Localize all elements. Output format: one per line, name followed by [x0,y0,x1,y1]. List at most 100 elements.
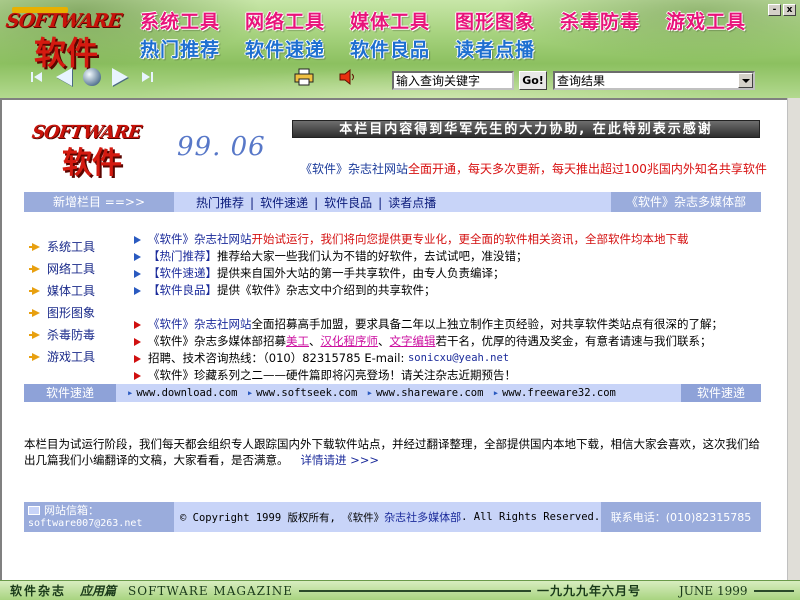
divider [753,589,794,592]
magazine-title: 软件杂志 [10,584,67,598]
url-list: ▸ www.download.com ▸ www.softseek.com ▸ www… [127,387,616,399]
arrow-icon [134,371,141,380]
job-link-localizer[interactable]: 汉化程序师 [321,333,379,350]
category-antivirus[interactable]: 杀毒防毒 [560,7,640,34]
category-express[interactable]: 软件速递 [245,35,325,62]
chevron-down-icon[interactable] [738,73,753,88]
announcement-site[interactable]: 《软件》杂志社网站 [300,162,408,176]
news-section-link[interactable]: 【软件速递】 [148,265,217,282]
nav-link-quality[interactable]: 软件良品 [324,196,372,210]
footer-bar: 网站信箱： software007@263.net © Copyright 19… [24,502,761,532]
vertical-scrollbar[interactable] [787,98,800,580]
divider [298,589,531,592]
mailbox-address[interactable]: software007@263.net [28,517,170,530]
arrow-icon [134,235,141,244]
url-link[interactable]: www.download.com [136,387,237,399]
news-list: 《软件》杂志社网站 开始试运行，我们将向您提供更专业化，更全面的软件相关资讯，全部… [134,231,774,384]
section-nav-bar: 新增栏目 ==>> 热门推荐 | 软件速递 | 软件良品 | 读者点播 《软件》杂志多媒体部 [24,192,761,212]
sidebar: 系统工具 网络工具 媒体工具 图形图象 杀毒防毒 游戏工具 [29,235,122,367]
issue-date-cn: 一九九九年六月号 [536,584,641,598]
sidebar-item-games[interactable]: 游戏工具 [29,345,122,367]
main-content: SOFTWARE 软件 99. 06 本栏目内容得到华军先生的大力协助, 在此特… [0,98,787,580]
bottom-strip: 软件杂志 应用篇 SOFTWARE MAGAZINE 一九九九年六月号 JUNE… [0,580,800,600]
category-system-tools[interactable]: 系统工具 [140,7,220,34]
news-text: 《软件》杂志多媒体部招募 [148,334,286,348]
arrow-icon [29,265,40,273]
search-input[interactable] [392,71,514,90]
category-reader-requests[interactable]: 读者点播 [455,35,535,62]
home-orb-icon[interactable] [80,67,104,87]
news-text: 开始试运行，我们将向您提供更专业化，更全面的软件相关资讯，全部软件均本地下载 [251,232,689,246]
envelope-icon [28,506,40,515]
nav-link-reader-requests[interactable]: 读者点播 [388,196,436,210]
list-item: 《软件》珍藏系列之二——硬件篇即将闪亮登场！请关注杂志近期预告！ [134,367,774,384]
category-graphics[interactable]: 图形图象 [455,7,535,34]
sidebar-item-label: 游戏工具 [47,349,96,364]
list-item: 《软件》杂志社网站 开始试运行，我们将向您提供更专业化，更全面的软件相关资讯，全部… [134,231,774,248]
list-item: 【软件良品】 提供《软件》杂志文中介绍到的共享软件； [134,282,774,299]
go-button[interactable]: Go! [519,71,547,90]
url-link[interactable]: www.softseek.com [256,387,357,399]
section-links: 热门推荐 | 软件速递 | 软件良品 | 读者点播 [196,195,437,210]
thanks-banner: 本栏目内容得到华军先生的大力协助, 在此特别表示感谢 [292,120,760,138]
print-icon[interactable] [292,67,316,87]
list-item: 【软件速递】 提供来自国外大站的第一手共享软件，由专人负责编译； [134,265,774,282]
speaker-icon[interactable] [336,67,360,87]
minimize-button[interactable]: - [768,4,781,16]
copyright: © Copyright 1999 版权所有, 《软件》 杂志社多媒体部. All … [174,502,601,532]
magazine-title-en: SOFTWARE MAGAZINE [128,583,293,598]
news-site-link[interactable]: 《软件》杂志社网站 [148,231,252,248]
nav-link-express[interactable]: 软件速递 [260,196,308,210]
url-link[interactable]: www.shareware.com [376,387,483,399]
result-select[interactable]: 查询结果 [553,71,755,90]
sidebar-item-label: 图形图象 [47,305,96,320]
job-link-artist[interactable]: 美工 [286,333,309,350]
sidebar-item-label: 杀毒防毒 [47,327,96,342]
express-label: 软件速递 [24,384,116,402]
multimedia-dept-label: 《软件》杂志多媒体部 [611,192,761,212]
site-mailbox: 网站信箱： software007@263.net [24,502,174,532]
magazine-subtitle: 应用篇 [80,584,117,598]
site-logo[interactable]: SOFTWARE 软件 [4,6,134,72]
back-arrow-icon[interactable] [52,67,76,87]
news-section-link[interactable]: 【软件良品】 [148,282,217,299]
sidebar-item-label: 网络工具 [47,261,96,276]
first-page-icon[interactable] [26,67,46,87]
sidebar-item-system-tools[interactable]: 系统工具 [29,235,122,257]
nav-link-hot-picks[interactable]: 热门推荐 [196,196,244,210]
category-hot-picks[interactable]: 热门推荐 [140,35,220,62]
express-label-right: 软件速递 [681,384,761,402]
category-quality[interactable]: 软件良品 [350,35,430,62]
arrow-icon [29,309,40,317]
sidebar-item-network-tools[interactable]: 网络工具 [29,257,122,279]
category-media-tools[interactable]: 媒体工具 [350,7,430,34]
arrow-icon [29,331,40,339]
express-links-bar: 软件速递 ▸ www.download.com ▸ www.softseek.com… [24,384,761,402]
last-page-icon[interactable] [138,67,158,87]
forward-arrow-icon[interactable] [108,67,132,87]
news-site-link[interactable]: 《软件》杂志社网站 [148,316,252,333]
more-link[interactable]: 详情请进 >>> [289,453,380,467]
news-text: 招聘、技术咨询热线：（010）82315785 E-mail: [148,351,405,365]
sidebar-item-antivirus[interactable]: 杀毒防毒 [29,323,122,345]
arrow-icon [134,337,141,346]
job-link-editor[interactable]: 文字编辑 [390,333,436,350]
sidebar-item-graphics[interactable]: 图形图象 [29,301,122,323]
list-item: 招聘、技术咨询热线：（010）82315785 E-mail: sonicxu@… [134,350,774,367]
category-games[interactable]: 游戏工具 [666,7,746,34]
email-link[interactable]: sonicxu@yeah.net [408,350,509,367]
issue-date-en: JUNE 1999 [679,583,748,598]
copyright-dept[interactable]: 杂志社多媒体部 [384,509,461,525]
copyright-rights: . All Rights Reserved. [461,511,601,523]
close-button[interactable]: x [783,4,796,16]
news-section-link[interactable]: 【热门推荐】 [148,248,217,265]
intro-paragraph: 本栏目为试运行阶段，我们每天都会组织专人跟踪国内外下载软件站点，并经过翻译整理，… [24,436,764,468]
arrow-icon [134,354,141,363]
separator: 、 [309,334,321,348]
url-link[interactable]: www.freeware32.com [502,387,616,399]
category-network-tools[interactable]: 网络工具 [245,7,325,34]
news-text: 推荐给大家一些我们认为不错的好软件，去试试吧，准没错； [217,249,528,263]
sidebar-item-media-tools[interactable]: 媒体工具 [29,279,122,301]
arrow-icon [29,353,40,361]
